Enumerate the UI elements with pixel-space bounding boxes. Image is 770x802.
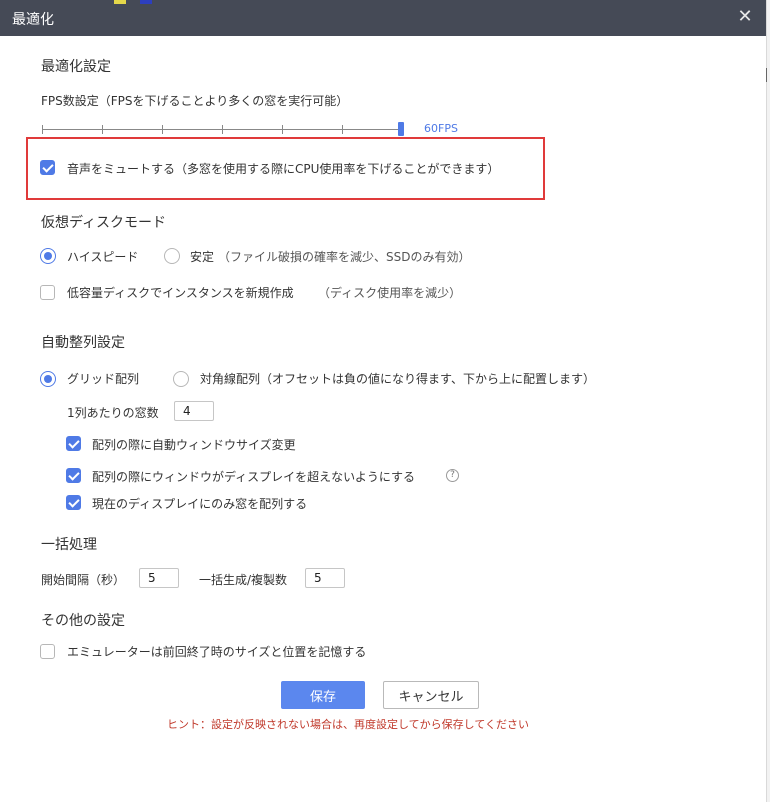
fps-value: 60FPS xyxy=(424,122,458,135)
interval-label: 開始間隔（秒） xyxy=(41,573,126,587)
background-window-edge xyxy=(766,68,770,82)
radio-high-speed[interactable] xyxy=(40,248,56,264)
current-display-label: 現在のディスプレイにのみ窓を配列する xyxy=(92,497,308,511)
section-heading-other: その他の設定 xyxy=(41,613,125,629)
auto-resize-checkbox[interactable] xyxy=(66,436,81,451)
section-heading-disk: 仮想ディスクモード xyxy=(41,215,167,231)
low-capacity-note: （ディスク使用率を減少） xyxy=(318,286,462,300)
section-heading-optimization: 最適化設定 xyxy=(41,59,111,75)
background-window-strip xyxy=(140,0,152,4)
radio-stable[interactable] xyxy=(164,248,180,264)
no-overflow-label: 配列の際にウィンドウがディスプレイを超えないようにする xyxy=(92,470,416,484)
mute-label: 音声をミュートする（多窓を使用する際にCPU使用率を下げることができます） xyxy=(67,162,500,176)
per-column-label: 1列あたりの窓数 xyxy=(67,406,159,420)
fps-slider-tick xyxy=(222,125,223,134)
clone-count-input[interactable]: 5 xyxy=(305,568,345,588)
low-capacity-label: 低容量ディスクでインスタンスを新規作成 xyxy=(67,286,294,300)
no-overflow-checkbox[interactable] xyxy=(66,468,81,483)
background-window-edge xyxy=(766,0,770,802)
per-column-input[interactable]: 4 xyxy=(174,401,214,421)
save-button[interactable]: 保存 xyxy=(281,681,365,709)
fps-slider-tick xyxy=(162,125,163,134)
cancel-button[interactable]: キャンセル xyxy=(383,681,479,709)
radio-diagonal[interactable] xyxy=(173,371,189,387)
diagonal-label: 対角線配列（オフセットは負の値になり得ます、下から上に配置します） xyxy=(200,372,596,386)
fps-label: FPS数設定（FPSを下げることより多くの窓を実行可能） xyxy=(41,94,349,108)
grid-label: グリッド配列 xyxy=(67,372,140,386)
dialog-title: 最適化 xyxy=(12,12,54,28)
remember-position-checkbox[interactable] xyxy=(40,644,55,659)
low-capacity-checkbox[interactable] xyxy=(40,285,55,300)
clone-count-label: 一括生成/複製数 xyxy=(199,573,288,587)
auto-resize-label: 配列の際に自動ウィンドウサイズ変更 xyxy=(92,438,296,452)
interval-input[interactable]: 5 xyxy=(139,568,179,588)
radio-grid[interactable] xyxy=(40,371,56,387)
fps-slider-tick xyxy=(342,125,343,134)
remember-position-label: エミュレーターは前回終了時のサイズと位置を記憶する xyxy=(67,645,367,659)
background-window-strip xyxy=(114,0,126,4)
high-speed-label: ハイスピード xyxy=(67,250,139,264)
hint-text: ヒント：設定が反映されない場合は、再度設定してから保存してください xyxy=(167,718,530,731)
fps-slider-tick xyxy=(42,125,43,134)
section-heading-arrange: 自動整列設定 xyxy=(41,335,125,351)
section-heading-batch: 一括処理 xyxy=(41,537,97,553)
optimization-dialog: 最適化設定 FPS数設定（FPSを下げることより多くの窓を実行可能） 60FPS… xyxy=(0,36,766,802)
stable-note: （ファイル破損の確率を減少、SSDのみ有効） xyxy=(218,250,471,264)
fps-slider-thumb[interactable] xyxy=(398,122,404,136)
mute-checkbox[interactable] xyxy=(40,160,55,175)
title-bar: 最適化 ✕ xyxy=(0,0,766,36)
close-icon[interactable]: ✕ xyxy=(734,6,756,28)
help-icon[interactable]: ? xyxy=(446,469,459,482)
current-display-checkbox[interactable] xyxy=(66,495,81,510)
fps-slider-tick xyxy=(282,125,283,134)
fps-slider-tick xyxy=(102,125,103,134)
stable-label: 安定 xyxy=(190,250,215,264)
